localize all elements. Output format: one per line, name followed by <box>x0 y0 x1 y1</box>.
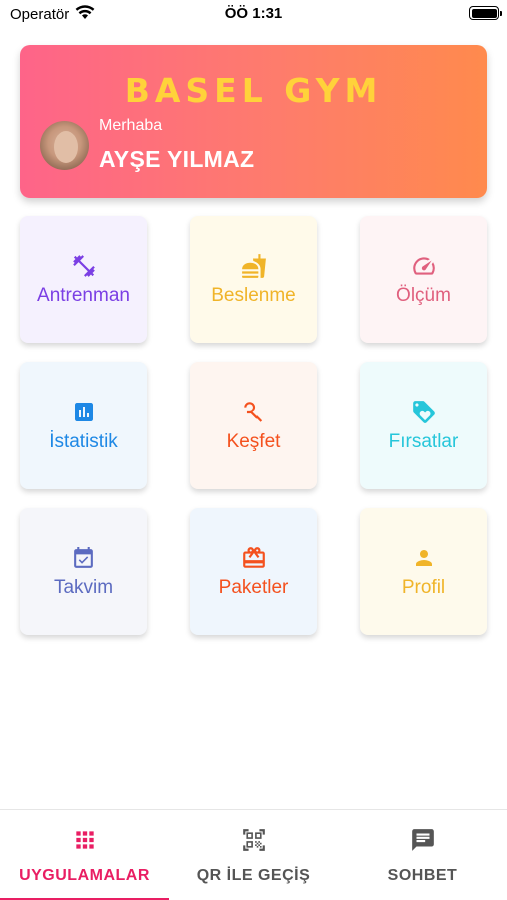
tab-sohbet[interactable]: SOHBET <box>338 810 507 900</box>
tag-icon <box>360 399 487 425</box>
tile-beslenme[interactable]: Beslenme <box>190 216 317 343</box>
tile-label: Antrenman <box>37 285 130 306</box>
tile-label: Keşfet <box>226 431 281 452</box>
chart-icon <box>20 399 147 425</box>
status-time: ÖÖ 1:31 <box>224 5 283 22</box>
tile-label: Profil <box>401 577 446 598</box>
profile-header-card: BASEL GYM Merhaba AYŞE YILMAZ <box>20 45 487 198</box>
tile-profil[interactable]: Profil <box>360 508 487 635</box>
apps-grid-icon <box>0 827 169 855</box>
tab-label: SOHBET <box>387 867 458 884</box>
calendar-icon <box>20 545 147 571</box>
speedometer-icon <box>360 253 487 279</box>
tile-istatistik[interactable]: İstatistik <box>20 362 147 489</box>
tile-label: Takvim <box>53 577 114 598</box>
tab-uygulamalar[interactable]: UYGULAMALAR <box>0 810 169 900</box>
status-bar: Operatör ÖÖ 1:31 <box>0 0 507 28</box>
dumbbell-icon <box>20 253 147 279</box>
tile-olcum[interactable]: Ölçüm <box>360 216 487 343</box>
greeting-text: Merhaba <box>99 117 163 134</box>
tile-paketler[interactable]: Paketler <box>190 508 317 635</box>
tab-label: QR İLE GEÇİŞ <box>196 867 311 884</box>
tile-label: Fırsatlar <box>388 431 459 452</box>
tile-label: Paketler <box>218 577 289 598</box>
gift-icon <box>190 545 317 571</box>
explore-icon <box>190 399 317 425</box>
tile-label: Beslenme <box>211 285 296 306</box>
tile-takvim[interactable]: Takvim <box>20 508 147 635</box>
bottom-navigation: UYGULAMALAR QR İLE GEÇİŞ SOHBET <box>0 809 507 900</box>
tile-label: İstatistik <box>49 431 118 452</box>
tab-label: UYGULAMALAR <box>19 867 150 884</box>
tile-antrenman[interactable]: Antrenman <box>20 216 147 343</box>
tile-firsatlar[interactable]: Fırsatlar <box>360 362 487 489</box>
tile-label: Ölçüm <box>396 285 451 306</box>
battery-icon <box>469 6 502 20</box>
person-icon <box>360 545 487 571</box>
qr-code-icon <box>169 827 338 855</box>
avatar[interactable] <box>40 121 89 170</box>
chat-icon <box>338 827 507 855</box>
tile-kesfet[interactable]: Keşfet <box>190 362 317 489</box>
user-name: AYŞE YILMAZ <box>99 146 255 172</box>
brand-logo: BASEL GYM <box>124 71 383 110</box>
tab-qr-ile-gecis[interactable]: QR İLE GEÇİŞ <box>169 810 338 900</box>
fastfood-icon <box>190 253 317 279</box>
